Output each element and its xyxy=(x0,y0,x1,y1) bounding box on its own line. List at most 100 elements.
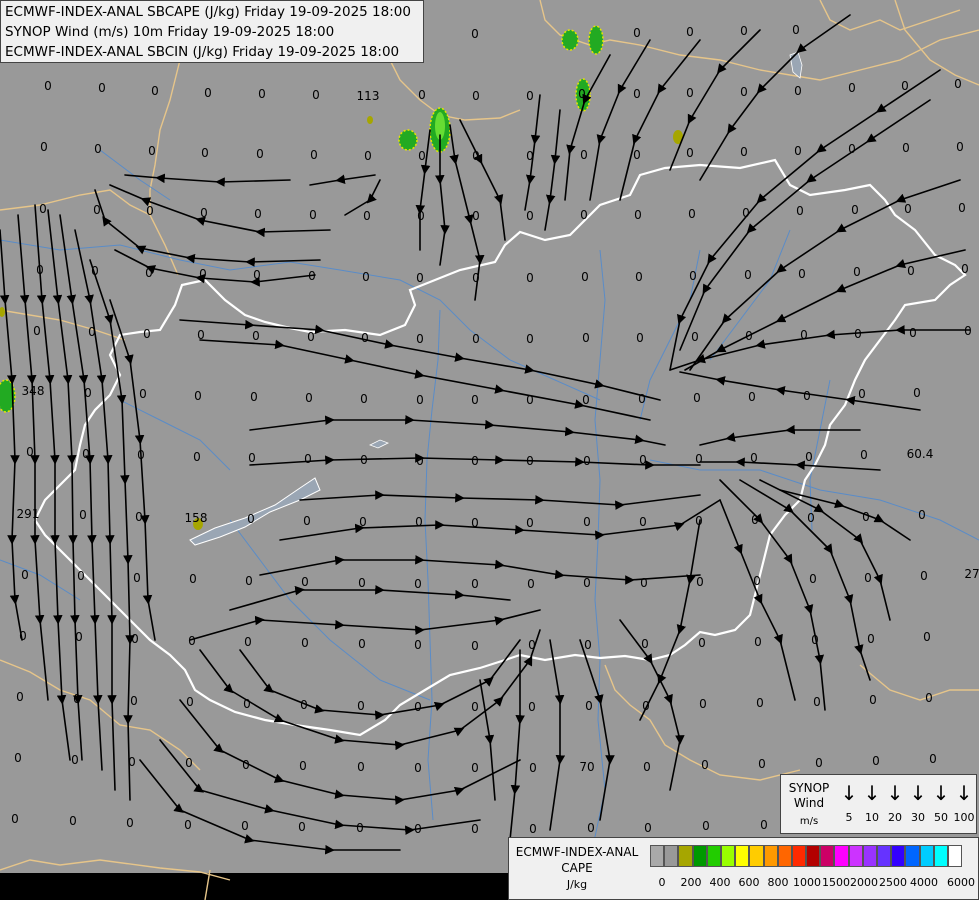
station-value: 0 xyxy=(798,267,806,281)
station-value: 0 xyxy=(360,392,368,406)
cape-color-swatch xyxy=(650,845,665,867)
station-value: 27 xyxy=(964,567,979,581)
station-value: 0 xyxy=(79,508,87,522)
station-value: 0 xyxy=(194,389,202,403)
cape-color-swatch xyxy=(834,845,849,867)
station-value: 0 xyxy=(696,575,704,589)
station-value: 0 xyxy=(241,819,249,833)
station-value: 0 xyxy=(740,145,748,159)
cape-legend-tick: 6000 xyxy=(947,876,975,889)
station-value: 0 xyxy=(305,391,313,405)
station-value: 0 xyxy=(583,576,591,590)
station-value: 0 xyxy=(253,268,261,282)
station-value: 0 xyxy=(39,202,47,216)
station-value: 0 xyxy=(200,206,208,220)
station-value: 0 xyxy=(583,515,591,529)
wind-arrow-icon: ↓ xyxy=(932,781,950,805)
station-value: 0 xyxy=(69,814,77,828)
station-value: 0 xyxy=(688,207,696,221)
station-value: 0 xyxy=(744,268,752,282)
cape-color-swatch xyxy=(720,845,736,867)
wind-arrow-icon: ↓ xyxy=(909,781,927,805)
station-value: 0 xyxy=(526,149,534,163)
station-value: 0 xyxy=(94,142,102,156)
cape-color-swatch xyxy=(692,845,707,867)
station-value: 0 xyxy=(860,448,868,462)
station-value: 0 xyxy=(77,569,85,583)
station-value: 0 xyxy=(312,88,320,102)
station-value: 0 xyxy=(869,693,877,707)
cape-color-swatch xyxy=(891,845,906,867)
station-value: 0 xyxy=(636,331,644,345)
station-value: 0 xyxy=(740,85,748,99)
station-value: 0 xyxy=(699,697,707,711)
station-value: 0 xyxy=(748,390,756,404)
station-value: 0 xyxy=(702,819,710,833)
wind-legend-value: 100 xyxy=(953,811,975,824)
station-value: 0 xyxy=(472,209,480,223)
station-value: 0 xyxy=(248,451,256,465)
station-value: 0 xyxy=(578,87,586,101)
station-value: 0 xyxy=(526,89,534,103)
station-value: 0 xyxy=(418,88,426,102)
station-value: 0 xyxy=(584,638,592,652)
wind-legend-item: ↓ 30 xyxy=(906,781,930,824)
wind-legend-units: m/s xyxy=(799,816,819,827)
station-value: 0 xyxy=(471,822,479,836)
cape-color-swatch xyxy=(763,845,778,867)
station-value: 0 xyxy=(301,575,309,589)
station-value: 0 xyxy=(414,577,422,591)
station-value: 0 xyxy=(803,389,811,403)
station-value: 0 xyxy=(644,821,652,835)
cape-color-swatch xyxy=(806,845,821,867)
station-value: 0 xyxy=(751,513,759,527)
station-value: 0 xyxy=(792,23,800,37)
station-value: 0 xyxy=(363,209,371,223)
wind-arrow-icon: ↓ xyxy=(955,781,973,805)
station-value: 0 xyxy=(853,265,861,279)
station-value: 0 xyxy=(633,26,641,40)
station-value: 0 xyxy=(582,331,590,345)
station-value: 0 xyxy=(36,263,44,277)
station-value: 0 xyxy=(471,516,479,530)
station-value: 0 xyxy=(854,327,862,341)
station-value: 0 xyxy=(750,451,758,465)
station-value: 0 xyxy=(862,510,870,524)
station-value: 0 xyxy=(359,515,367,529)
station-value: 0 xyxy=(851,203,859,217)
station-value: 0 xyxy=(529,822,537,836)
station-value: 0 xyxy=(135,510,143,524)
station-value: 0 xyxy=(358,637,366,651)
station-value: 0 xyxy=(471,27,479,41)
station-value: 0 xyxy=(701,758,709,772)
station-value: 0 xyxy=(131,632,139,646)
station-value: 0 xyxy=(815,756,823,770)
station-value: 0 xyxy=(254,207,262,221)
station-value: 0 xyxy=(526,332,534,346)
station-value: 0 xyxy=(91,264,99,278)
station-value: 0 xyxy=(756,696,764,710)
station-value: 0 xyxy=(794,144,802,158)
station-value: 0 xyxy=(582,393,590,407)
cape-legend-title: ECMWF-INDEX-ANAL CAPE xyxy=(515,845,639,875)
wind-legend-value: 30 xyxy=(911,811,925,824)
station-value: 0 xyxy=(472,149,480,163)
station-value: 0 xyxy=(848,81,856,95)
station-value: 0 xyxy=(907,264,915,278)
station-value: 0 xyxy=(33,324,41,338)
station-value: 0 xyxy=(11,812,19,826)
station-value: 0 xyxy=(82,447,90,461)
station-value: 0 xyxy=(634,208,642,222)
station-value: 0 xyxy=(250,390,258,404)
station-value: 0 xyxy=(956,140,964,154)
station-value: 0 xyxy=(361,331,369,345)
wind-legend-value: 5 xyxy=(845,811,853,824)
station-value: 0 xyxy=(75,630,83,644)
station-value: 0 xyxy=(642,699,650,713)
station-value: 0 xyxy=(809,572,817,586)
wind-arrow-icon: ↓ xyxy=(886,781,904,805)
station-value: 0 xyxy=(414,761,422,775)
station-value: 0 xyxy=(958,201,966,215)
station-value: 0 xyxy=(848,142,856,156)
cape-color-swatch xyxy=(664,845,679,867)
